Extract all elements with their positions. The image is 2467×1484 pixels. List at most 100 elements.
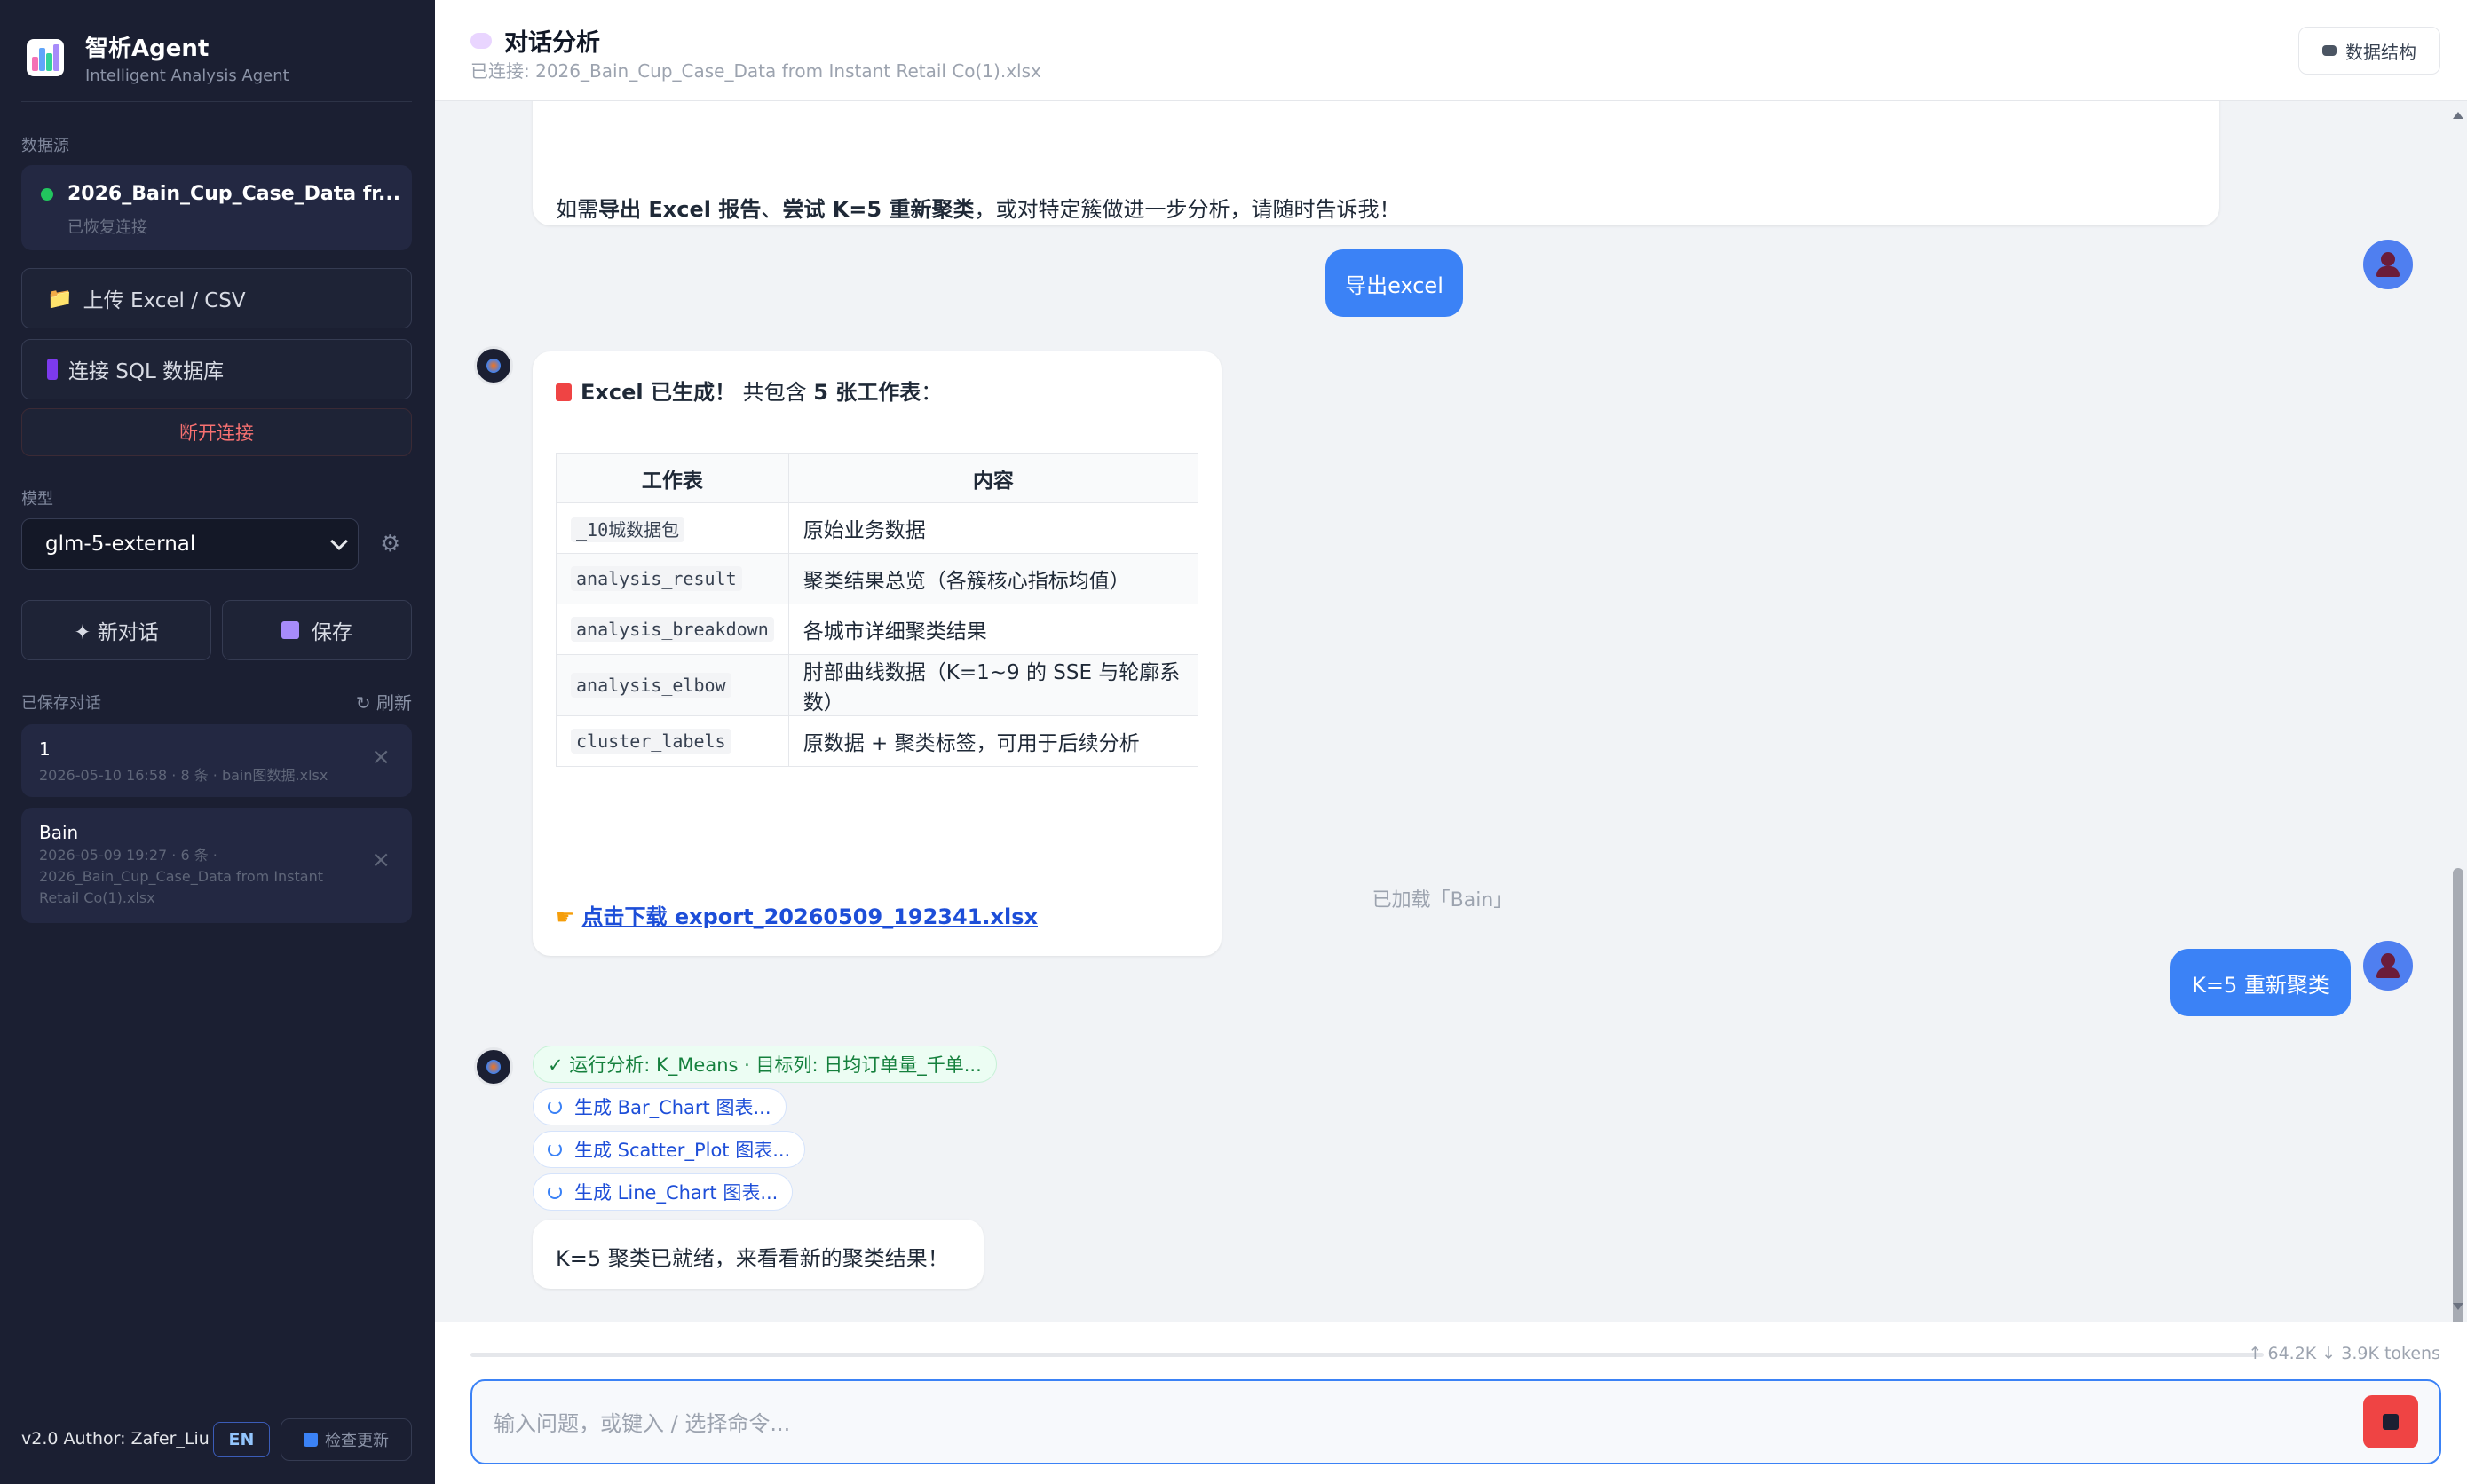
table-row: _10城数据包 原始业务数据 <box>556 502 1199 554</box>
datasource-card[interactable]: 2026_Bain_Cup_Case_Data fr... 已恢复连接 <box>21 165 412 250</box>
scroll-down-arrow-icon[interactable] <box>2453 1303 2463 1310</box>
speech-bubble-icon <box>470 32 492 49</box>
table-row: analysis_breakdown 各城市详细聚类结果 <box>556 604 1199 655</box>
user-message: K=5 重新聚类 <box>2170 949 2351 1016</box>
token-counter: ↑ 64.2K ↓ 3.9K tokens <box>2248 1344 2440 1363</box>
table-row: analysis_elbow 肘部曲线数据（K=1~9 的 SSE 与轮廓系数） <box>556 654 1199 716</box>
saved-conversation-item[interactable]: Bain 2026-05-09 19:27 · 6 条 · 2026_Bain_… <box>21 808 412 923</box>
page-title: 对话分析 <box>470 23 600 58</box>
user-message: 导出excel <box>1325 249 1463 317</box>
assistant-message-text: 如需导出 Excel 报告、尝试 K=5 重新聚类，或对特定簇做进一步分析，请随… <box>556 197 1401 222</box>
author-label: v2.0 Author: Zafer_Liu <box>21 1429 210 1448</box>
table-header: 工作表 <box>556 453 789 503</box>
app-subtitle: Intelligent Analysis Agent <box>85 67 289 85</box>
language-toggle-button[interactable]: EN <box>213 1422 270 1457</box>
sheet-content: 聚类结果总览（各簇核心指标均值） <box>787 553 1199 604</box>
database-icon <box>47 359 58 380</box>
model-select[interactable]: glm-5-external <box>21 518 359 570</box>
save-label: 保存 <box>312 621 352 644</box>
sheet-name: analysis_breakdown <box>571 617 774 642</box>
model-label: 模型 <box>21 490 53 509</box>
floppy-disk-icon <box>281 621 299 639</box>
user-avatar-icon <box>2363 941 2413 991</box>
assistant-message: 如需导出 Excel 报告、尝试 K=5 重新聚类，或对特定簇做进一步分析，请随… <box>533 101 2219 225</box>
assistant-message: Excel 已生成！ 共包含 5 张工作表： 工作表 内容 _10城数据包 原始业… <box>533 351 1222 956</box>
scroll-up-arrow-icon[interactable] <box>2453 112 2463 119</box>
new-chat-button[interactable]: ✦ 新对话 <box>21 600 211 660</box>
chat-input-box[interactable] <box>470 1379 2441 1464</box>
data-schema-button[interactable]: 数据结构 <box>2298 27 2440 75</box>
chat-input[interactable] <box>494 1408 2340 1440</box>
sidebar: 智析Agent Intelligent Analysis Agent 数据源 2… <box>0 0 435 1484</box>
excel-generated-heading: Excel 已生成！ 共包含 5 张工作表： <box>556 375 942 406</box>
chat-area[interactable]: 如需导出 Excel 报告、尝试 K=5 重新聚类，或对特定簇做进一步分析，请随… <box>435 101 2467 1322</box>
bar-chart-logo-icon <box>27 39 64 76</box>
scrollbar-thumb[interactable] <box>2453 868 2463 1392</box>
close-icon[interactable]: × <box>371 847 391 873</box>
user-avatar-icon <box>2363 240 2413 289</box>
connect-sql-label: 连接 SQL 数据库 <box>68 360 225 383</box>
stop-generation-button[interactable] <box>2363 1395 2418 1448</box>
assistant-avatar-icon <box>474 346 513 385</box>
sheet-content: 各城市详细聚类结果 <box>787 604 1199 655</box>
sheet-content: 原始业务数据 <box>787 502 1199 554</box>
sheet-name: cluster_labels <box>571 729 731 754</box>
divider <box>21 101 412 102</box>
connection-status-dot <box>41 188 53 201</box>
saved-conversation-item[interactable]: 1 2026-05-10 16:58 · 8 条 · bain图数据.xlsx … <box>21 724 412 797</box>
assistant-message-text: K=5 聚类已就绪，来看看新的聚类结果！ <box>556 1246 949 1271</box>
disconnect-button[interactable]: 断开连接 <box>21 408 412 456</box>
conversation-meta: 2026-05-10 16:58 · 8 条 · bain图数据.xlsx <box>39 767 328 784</box>
refresh-icon <box>304 1433 318 1447</box>
chevron-down-icon <box>330 533 348 550</box>
page-title-text: 对话分析 <box>504 29 600 57</box>
database-icon <box>2322 45 2337 56</box>
tool-call-status-done[interactable]: ✓ 运行分析: K_Means · 目标列: 日均订单量_千单... <box>533 1046 997 1083</box>
loading-spinner-icon <box>548 1185 562 1199</box>
saved-conversations-label: 已保存对话 <box>21 694 101 713</box>
stop-icon <box>2383 1414 2399 1430</box>
check-update-button[interactable]: 检查更新 <box>281 1418 412 1461</box>
check-update-label: 检查更新 <box>325 1432 389 1450</box>
close-icon[interactable]: × <box>371 744 391 770</box>
context-usage-bar <box>470 1353 2264 1357</box>
datasource-name: 2026_Bain_Cup_Case_Data fr... <box>67 183 401 205</box>
scrollbar[interactable] <box>2449 101 2467 1392</box>
upload-file-button[interactable]: 📁 上传 Excel / CSV <box>21 268 412 328</box>
assistant-message: K=5 聚类已就绪，来看看新的聚类结果！ <box>533 1220 984 1289</box>
table-row: cluster_labels 原数据 + 聚类标签，可用于后续分析 <box>556 715 1199 767</box>
inbox-tray-icon <box>556 383 572 401</box>
sheet-name: analysis_result <box>571 566 742 591</box>
refresh-button[interactable]: ↻ 刷新 <box>356 689 412 714</box>
sheet-content: 肘部曲线数据（K=1~9 的 SSE 与轮廓系数） <box>787 654 1199 716</box>
upload-file-label: 上传 Excel / CSV <box>83 289 246 312</box>
table-row: analysis_result 聚类结果总览（各簇核心指标均值） <box>556 553 1199 604</box>
tool-call-label: 生成 Line_Chart 图表... <box>574 1182 779 1204</box>
header: 对话分析 已连接: 2026_Bain_Cup_Case_Data from I… <box>435 0 2467 101</box>
table-header: 内容 <box>787 453 1199 503</box>
tool-call-status-running[interactable]: 生成 Line_Chart 图表... <box>533 1173 794 1211</box>
tool-call-status-running[interactable]: 生成 Scatter_Plot 图表... <box>533 1131 806 1168</box>
composer: ↑ 64.2K ↓ 3.9K tokens <box>435 1322 2467 1484</box>
tool-call-status-running[interactable]: 生成 Bar_Chart 图表... <box>533 1088 787 1125</box>
conversation-title: 1 <box>39 738 51 760</box>
tool-call-label: 生成 Bar_Chart 图表... <box>574 1097 771 1118</box>
sheet-content: 原数据 + 聚类标签，可用于后续分析 <box>787 715 1199 767</box>
sheet-name: _10城数据包 <box>571 517 685 542</box>
assistant-avatar-icon <box>474 1047 513 1086</box>
connect-sql-button[interactable]: 连接 SQL 数据库 <box>21 339 412 399</box>
system-note: 已加载「Bain」 <box>1372 889 1514 912</box>
tool-call-label: 生成 Scatter_Plot 图表... <box>574 1140 791 1161</box>
conversation-title: Bain <box>39 822 79 843</box>
datasource-status: 已恢复连接 <box>67 218 147 237</box>
loading-spinner-icon <box>548 1142 562 1156</box>
folder-icon: 📁 <box>47 287 73 311</box>
data-schema-label: 数据结构 <box>2345 41 2416 63</box>
save-button[interactable]: 保存 <box>222 600 412 660</box>
connection-info: 已连接: 2026_Bain_Cup_Case_Data from Instan… <box>470 60 1041 82</box>
loading-spinner-icon <box>548 1100 562 1114</box>
gear-icon[interactable]: ⚙ <box>380 531 400 557</box>
model-value: glm-5-external <box>45 533 196 556</box>
app-title: 智析Agent <box>85 36 210 62</box>
brand: 智析Agent Intelligent Analysis Agent <box>27 30 289 85</box>
